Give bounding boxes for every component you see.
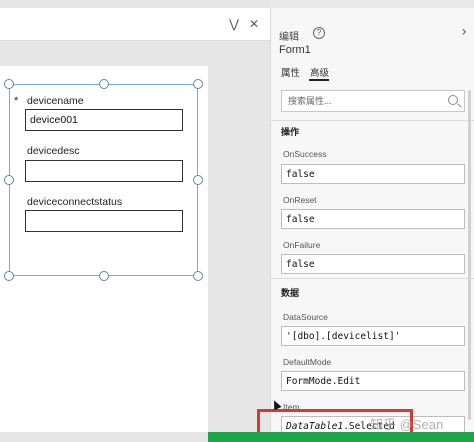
prop-input-onreset[interactable]: false: [281, 209, 465, 229]
prop-label-onreset: OnReset: [283, 195, 317, 205]
prop-label-onfailure: OnFailure: [283, 240, 321, 250]
field-label-deviceconnectstatus: deviceconnectstatus: [27, 196, 123, 208]
field-input-devicedesc[interactable]: [25, 160, 183, 182]
chevron-right-icon[interactable]: ›: [461, 24, 467, 40]
double-chevron-down-icon[interactable]: ⋁: [226, 16, 242, 32]
control-name: Form1: [279, 44, 311, 56]
field-label-devicename: devicename: [27, 95, 84, 107]
section-divider: [271, 120, 474, 121]
canvas-area: ⋁ ✕ * devicename device001 devicedesc de…: [0, 0, 270, 442]
resize-handle-bottom-left[interactable]: [4, 271, 14, 281]
tab-properties[interactable]: 属性: [281, 65, 300, 79]
status-bar: [208, 432, 474, 442]
section-title-data: 数据: [281, 288, 300, 298]
property-search: [281, 90, 465, 112]
prop-input-onsuccess[interactable]: false: [281, 164, 465, 184]
prop-input-onfailure[interactable]: false: [281, 254, 465, 274]
app-window: ⋁ ✕ * devicename device001 devicedesc de…: [0, 0, 474, 442]
required-marker: *: [14, 95, 19, 107]
resize-handle-top-left[interactable]: [4, 79, 14, 89]
properties-panel: 编辑 ? › Form1 属性 高级 操作 OnSuccess false On…: [270, 8, 474, 436]
search-icon[interactable]: [448, 95, 458, 105]
section-title-actions: 操作: [281, 127, 300, 137]
resize-handle-left[interactable]: [4, 175, 14, 185]
prop-input-datasource[interactable]: '[dbo].[devicelist]': [281, 326, 465, 346]
watermark: 知乎 @Sean: [370, 417, 444, 432]
prop-input-defaultmode[interactable]: FormMode.Edit: [281, 371, 465, 391]
help-icon[interactable]: ?: [313, 27, 325, 39]
close-icon[interactable]: ✕: [246, 16, 262, 32]
active-tab-indicator: [309, 79, 329, 81]
canvas-toolbar: ⋁ ✕: [0, 8, 270, 41]
search-input[interactable]: [282, 91, 432, 111]
panel-title: 编辑: [279, 32, 299, 43]
panel-scrollbar[interactable]: [468, 90, 471, 420]
resize-handle-top-right[interactable]: [193, 79, 203, 89]
field-input-devicename[interactable]: device001: [25, 109, 183, 131]
resize-handle-top[interactable]: [99, 79, 109, 89]
prop-label-onsuccess: OnSuccess: [283, 149, 327, 159]
resize-handle-bottom[interactable]: [99, 271, 109, 281]
field-input-deviceconnectstatus[interactable]: [25, 210, 183, 232]
panel-header: 编辑 ? › Form1 属性 高级: [271, 8, 474, 90]
section-divider: [271, 278, 474, 279]
field-label-devicedesc: devicedesc: [27, 145, 80, 157]
prop-label-datasource: DataSource: [283, 312, 328, 322]
prop-label-defaultmode: DefaultMode: [283, 357, 332, 367]
resize-handle-bottom-right[interactable]: [193, 271, 203, 281]
resize-handle-right[interactable]: [193, 175, 203, 185]
tab-advanced[interactable]: 高级: [310, 65, 329, 79]
